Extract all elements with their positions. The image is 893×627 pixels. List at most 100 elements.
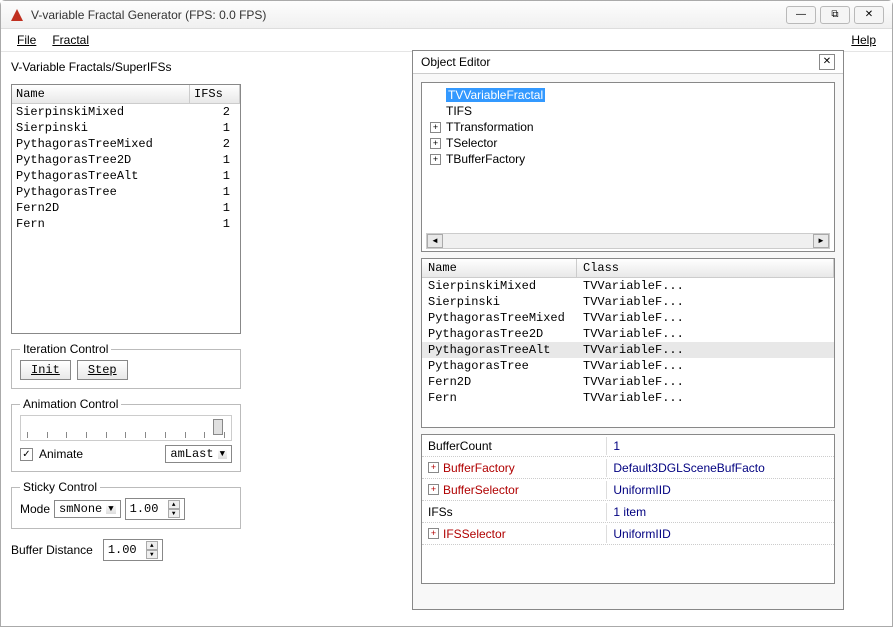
col-header-name[interactable]: Name [12,85,190,103]
window-controls: — ⧉ ✕ [786,6,884,24]
animation-mode-value: amLast [170,447,213,461]
object-editor-panel: Object Editor ✕ TVVariableFractalTIFS+TT… [412,50,844,610]
list-item-ifss: 1 [190,216,240,232]
iteration-control-group: Iteration Control Init Step [11,342,241,389]
tree-item[interactable]: +TTransformation [446,119,828,135]
list-item-name: PythagorasTree2D [12,152,190,168]
property-key: +BufferSelector [422,481,607,499]
table-row[interactable]: PythagorasTreeMixedTVVariableF... [422,310,834,326]
spin-up-icon[interactable]: ▲ [168,500,180,509]
obj-class: TVVariableF... [577,374,834,390]
expand-icon[interactable]: + [428,484,439,495]
list-item-name: SierpinskiMixed [12,104,190,120]
property-row[interactable]: +BufferSelectorUniformIID [422,479,834,501]
list-item-name: Sierpinski [12,120,190,136]
property-row[interactable]: +BufferFactoryDefault3DGLSceneBufFacto [422,457,834,479]
property-row[interactable]: IFSs1 item [422,501,834,523]
obj-class: TVVariableF... [577,326,834,342]
menu-fractal[interactable]: Fractal [44,31,97,49]
list-item-ifss: 2 [190,104,240,120]
list-item[interactable]: Fern1 [12,216,240,232]
obj-class: TVVariableF... [577,342,834,358]
table-row[interactable]: Fern2DTVVariableF... [422,374,834,390]
table-row[interactable]: PythagorasTreeTVVariableF... [422,358,834,374]
buffer-distance-spin[interactable]: 1.00 ▲▼ [103,539,163,561]
animation-mode-combo[interactable]: amLast ▼ [165,445,232,463]
obj-col-name[interactable]: Name [422,259,577,277]
chevron-down-icon[interactable]: ▼ [106,504,115,514]
table-row[interactable]: FernTVVariableF... [422,390,834,406]
list-item[interactable]: PythagorasTreeMixed2 [12,136,240,152]
expand-icon[interactable]: + [430,138,441,149]
property-value[interactable]: UniformIID [607,481,834,499]
object-editor-titlebar[interactable]: Object Editor ✕ [413,51,843,74]
slider-thumb[interactable] [213,419,223,435]
class-tree[interactable]: TVVariableFractalTIFS+TTransformation+TS… [421,82,835,252]
menu-file[interactable]: File [9,31,44,49]
obj-name: SierpinskiMixed [422,278,577,294]
step-button[interactable]: Step [77,360,128,380]
table-row[interactable]: PythagorasTreeAltTVVariableF... [422,342,834,358]
spin-up-icon[interactable]: ▲ [146,541,158,550]
chevron-down-icon[interactable]: ▼ [218,449,227,459]
property-value[interactable]: Default3DGLSceneBufFacto [607,459,834,477]
fractal-list[interactable]: Name IFSs SierpinskiMixed2Sierpinski1Pyt… [11,84,241,334]
property-grid[interactable]: BufferCount1+BufferFactoryDefault3DGLSce… [421,434,835,584]
list-item[interactable]: SierpinskiMixed2 [12,104,240,120]
property-value[interactable]: 1 item [607,503,834,521]
menu-help[interactable]: Help [843,31,884,49]
scroll-left-icon[interactable]: ◄ [427,234,443,248]
obj-class: TVVariableF... [577,294,834,310]
expand-icon[interactable]: + [430,122,441,133]
list-item-ifss: 1 [190,200,240,216]
tree-item[interactable]: +TBufferFactory [446,151,828,167]
obj-name: Fern2D [422,374,577,390]
expand-icon[interactable]: + [430,154,441,165]
minimize-button[interactable]: — [786,6,816,24]
list-item-name: Fern [12,216,190,232]
tree-item[interactable]: TVVariableFractal [446,87,828,103]
buffer-distance-value: 1.00 [108,543,144,557]
app-icon [9,7,25,23]
sticky-spin[interactable]: 1.00 ▲▼ [125,498,185,520]
list-item[interactable]: PythagorasTree1 [12,184,240,200]
list-item[interactable]: Fern2D1 [12,200,240,216]
horizontal-scrollbar[interactable]: ◄ ► [426,233,830,249]
property-row[interactable]: +IFSSelectorUniformIID [422,523,834,545]
expand-icon[interactable]: + [428,462,439,473]
sticky-legend: Sticky Control [20,480,100,494]
tree-item[interactable]: +TSelector [446,135,828,151]
table-row[interactable]: SierpinskiMixedTVVariableF... [422,278,834,294]
property-row[interactable]: BufferCount1 [422,435,834,457]
animation-legend: Animation Control [20,397,121,411]
list-item[interactable]: PythagorasTree2D1 [12,152,240,168]
col-header-ifss[interactable]: IFSs [190,85,240,103]
obj-name: PythagorasTreeAlt [422,342,577,358]
tree-item-label: TSelector [446,136,497,150]
tree-item[interactable]: TIFS [446,103,828,119]
obj-col-class[interactable]: Class [577,259,834,277]
spin-down-icon[interactable]: ▼ [168,509,180,518]
object-editor-close-button[interactable]: ✕ [819,54,835,70]
iteration-legend: Iteration Control [20,342,111,356]
table-row[interactable]: PythagorasTree2DTVVariableF... [422,326,834,342]
maximize-button[interactable]: ⧉ [820,6,850,24]
close-button[interactable]: ✕ [854,6,884,24]
object-list[interactable]: Name Class SierpinskiMixedTVVariableF...… [421,258,835,428]
property-value[interactable]: 1 [607,437,834,455]
list-item[interactable]: PythagorasTreeAlt1 [12,168,240,184]
scroll-right-icon[interactable]: ► [813,234,829,248]
sticky-mode-combo[interactable]: smNone ▼ [54,500,121,518]
animation-slider[interactable] [20,415,232,441]
titlebar: V-variable Fractal Generator (FPS: 0.0 F… [1,1,892,29]
property-key: +IFSSelector [422,525,607,543]
property-value[interactable]: UniformIID [607,525,834,543]
spin-down-icon[interactable]: ▼ [146,550,158,559]
app-window: V-variable Fractal Generator (FPS: 0.0 F… [0,0,893,627]
buffer-distance-label: Buffer Distance [11,543,93,557]
animate-checkbox[interactable]: ✓ [20,448,33,461]
table-row[interactable]: SierpinskiTVVariableF... [422,294,834,310]
init-button[interactable]: Init [20,360,71,380]
list-item[interactable]: Sierpinski1 [12,120,240,136]
expand-icon[interactable]: + [428,528,439,539]
